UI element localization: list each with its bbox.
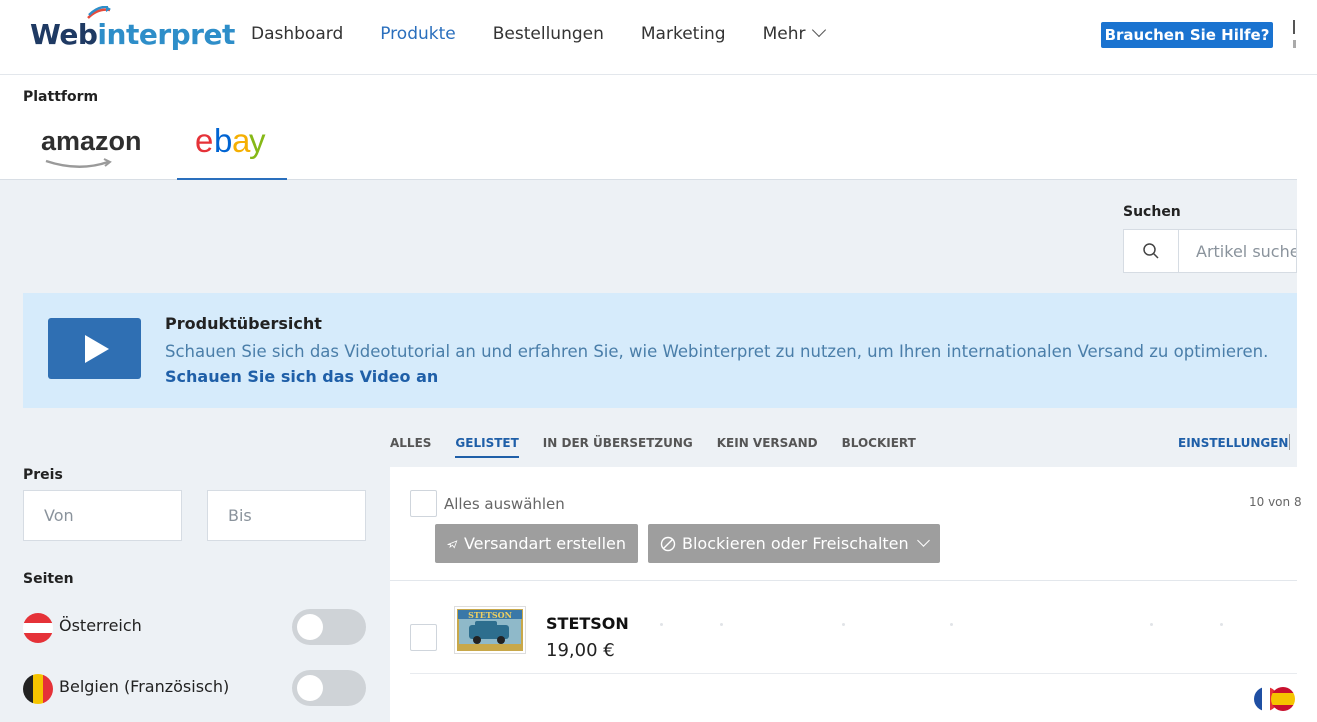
nav-mehr[interactable]: Mehr <box>762 22 826 44</box>
site-name: Österreich <box>59 616 142 635</box>
logo-text-web: Web <box>30 18 98 51</box>
toggle-knob <box>297 614 323 640</box>
create-shipping-button[interactable]: Versandart erstellen <box>435 524 638 563</box>
block-unblock-label: Blockieren oder Freischalten <box>682 534 909 553</box>
watch-video-link[interactable]: Schauen Sie sich das Video an <box>165 367 438 386</box>
faint-dot <box>720 623 723 626</box>
faint-dot <box>950 623 953 626</box>
plane-icon <box>447 539 458 548</box>
block-icon <box>660 536 676 551</box>
platform-tab-ebay[interactable]: e b a y <box>177 108 287 180</box>
main-nav: Dashboard Produkte Bestellungen Marketin… <box>251 22 861 44</box>
platform-tabs: amazon e b a y <box>0 108 1297 180</box>
faint-dot <box>660 623 663 626</box>
site-row-austria: Österreich <box>23 609 366 645</box>
search-box <box>1123 229 1297 273</box>
ebay-letter-e: e <box>195 122 213 159</box>
user-menu-edge[interactable] <box>1293 20 1295 34</box>
site-toggle-belgium-fr[interactable] <box>292 670 366 706</box>
chevron-down-icon <box>811 22 826 38</box>
site-toggle-austria[interactable] <box>292 609 366 645</box>
user-menu-edge-sub <box>1293 40 1296 48</box>
top-header: Webinterpret Dashboard Produkte Bestellu… <box>0 0 1317 75</box>
price-from-input[interactable]: Von <box>23 490 182 541</box>
create-shipping-label: Versandart erstellen <box>463 534 626 553</box>
nav-bestellungen[interactable]: Bestellungen <box>493 24 604 44</box>
banner-description: Schauen Sie sich das Videotutorial an un… <box>165 342 1269 361</box>
product-name[interactable]: STETSON <box>546 614 629 633</box>
play-video-button[interactable] <box>48 318 141 379</box>
search-icon[interactable] <box>1124 230 1179 272</box>
price-to-input[interactable]: Bis <box>207 490 366 541</box>
toggle-knob <box>297 675 323 701</box>
faint-dot <box>842 623 845 626</box>
block-unblock-button[interactable]: Blockieren oder Freischalten <box>648 524 940 563</box>
ebay-letter-y: y <box>249 122 265 159</box>
nav-dashboard[interactable]: Dashboard <box>251 24 343 44</box>
settings-divider <box>1289 434 1290 450</box>
platform-tab-amazon[interactable]: amazon <box>41 126 142 157</box>
product-image: STETSON <box>457 609 523 651</box>
tab-kein-versand[interactable]: KEIN VERSAND <box>717 436 818 458</box>
item-count: 10 von 8 <box>1249 495 1302 509</box>
status-tabs: ALLES GELISTET IN DER ÜBERSETZUNG KEIN V… <box>390 436 940 458</box>
faint-dot <box>1150 623 1153 626</box>
product-image-text: STETSON <box>468 610 512 620</box>
amazon-smile-icon <box>45 158 112 168</box>
sites-filter-label: Seiten <box>23 571 74 587</box>
settings-link[interactable]: EINSTELLUNGEN <box>1178 436 1288 450</box>
ebay-letter-b: b <box>214 122 232 159</box>
flag-austria-icon <box>23 613 53 643</box>
ebay-letter-a: a <box>232 122 250 159</box>
tab-gelistet[interactable]: GELISTET <box>455 436 519 458</box>
video-tutorial-banner: Produktübersicht Schauen Sie sich das Vi… <box>23 293 1297 408</box>
nav-mehr-label: Mehr <box>762 24 806 44</box>
flag-spain-icon <box>1271 687 1295 711</box>
product-thumbnail[interactable]: STETSON <box>454 606 526 654</box>
flag-belgium-icon <box>23 674 53 704</box>
select-all-checkbox[interactable] <box>410 490 437 517</box>
banner-title: Produktübersicht <box>165 314 322 333</box>
row-divider <box>410 673 1297 674</box>
platform-label: Plattform <box>23 89 99 105</box>
app-root: Webinterpret Dashboard Produkte Bestellu… <box>0 0 1317 722</box>
logo-text-interpret: interpret <box>97 18 235 51</box>
tab-alles[interactable]: ALLES <box>390 436 431 458</box>
product-list: Alles auswählen 10 von 8 Versandart erst… <box>390 467 1302 722</box>
faint-dot <box>1220 623 1223 626</box>
webinterpret-logo[interactable]: Webinterpret <box>30 18 235 51</box>
tab-blockiert[interactable]: BLOCKIERT <box>842 436 916 458</box>
chevron-down-icon <box>916 534 930 547</box>
product-price: 19,00 € <box>546 640 615 661</box>
price-filter-label: Preis <box>23 467 63 483</box>
help-button[interactable]: Brauchen Sie Hilfe? <box>1101 22 1273 48</box>
select-all-label: Alles auswählen <box>444 495 565 513</box>
tab-in-uebersetzung[interactable]: IN DER ÜBERSETZUNG <box>543 436 693 458</box>
list-toolbar: Alles auswählen 10 von 8 Versandart erst… <box>390 467 1302 581</box>
nav-marketing[interactable]: Marketing <box>641 24 726 44</box>
search-label: Suchen <box>1123 204 1181 220</box>
site-row-belgium-fr: Belgien (Französisch) <box>23 670 366 706</box>
site-name: Belgien (Französisch) <box>59 677 230 696</box>
play-icon <box>85 335 109 363</box>
search-input[interactable] <box>1179 230 1296 272</box>
product-checkbox[interactable] <box>410 624 437 651</box>
nav-produkte[interactable]: Produkte <box>380 24 456 44</box>
